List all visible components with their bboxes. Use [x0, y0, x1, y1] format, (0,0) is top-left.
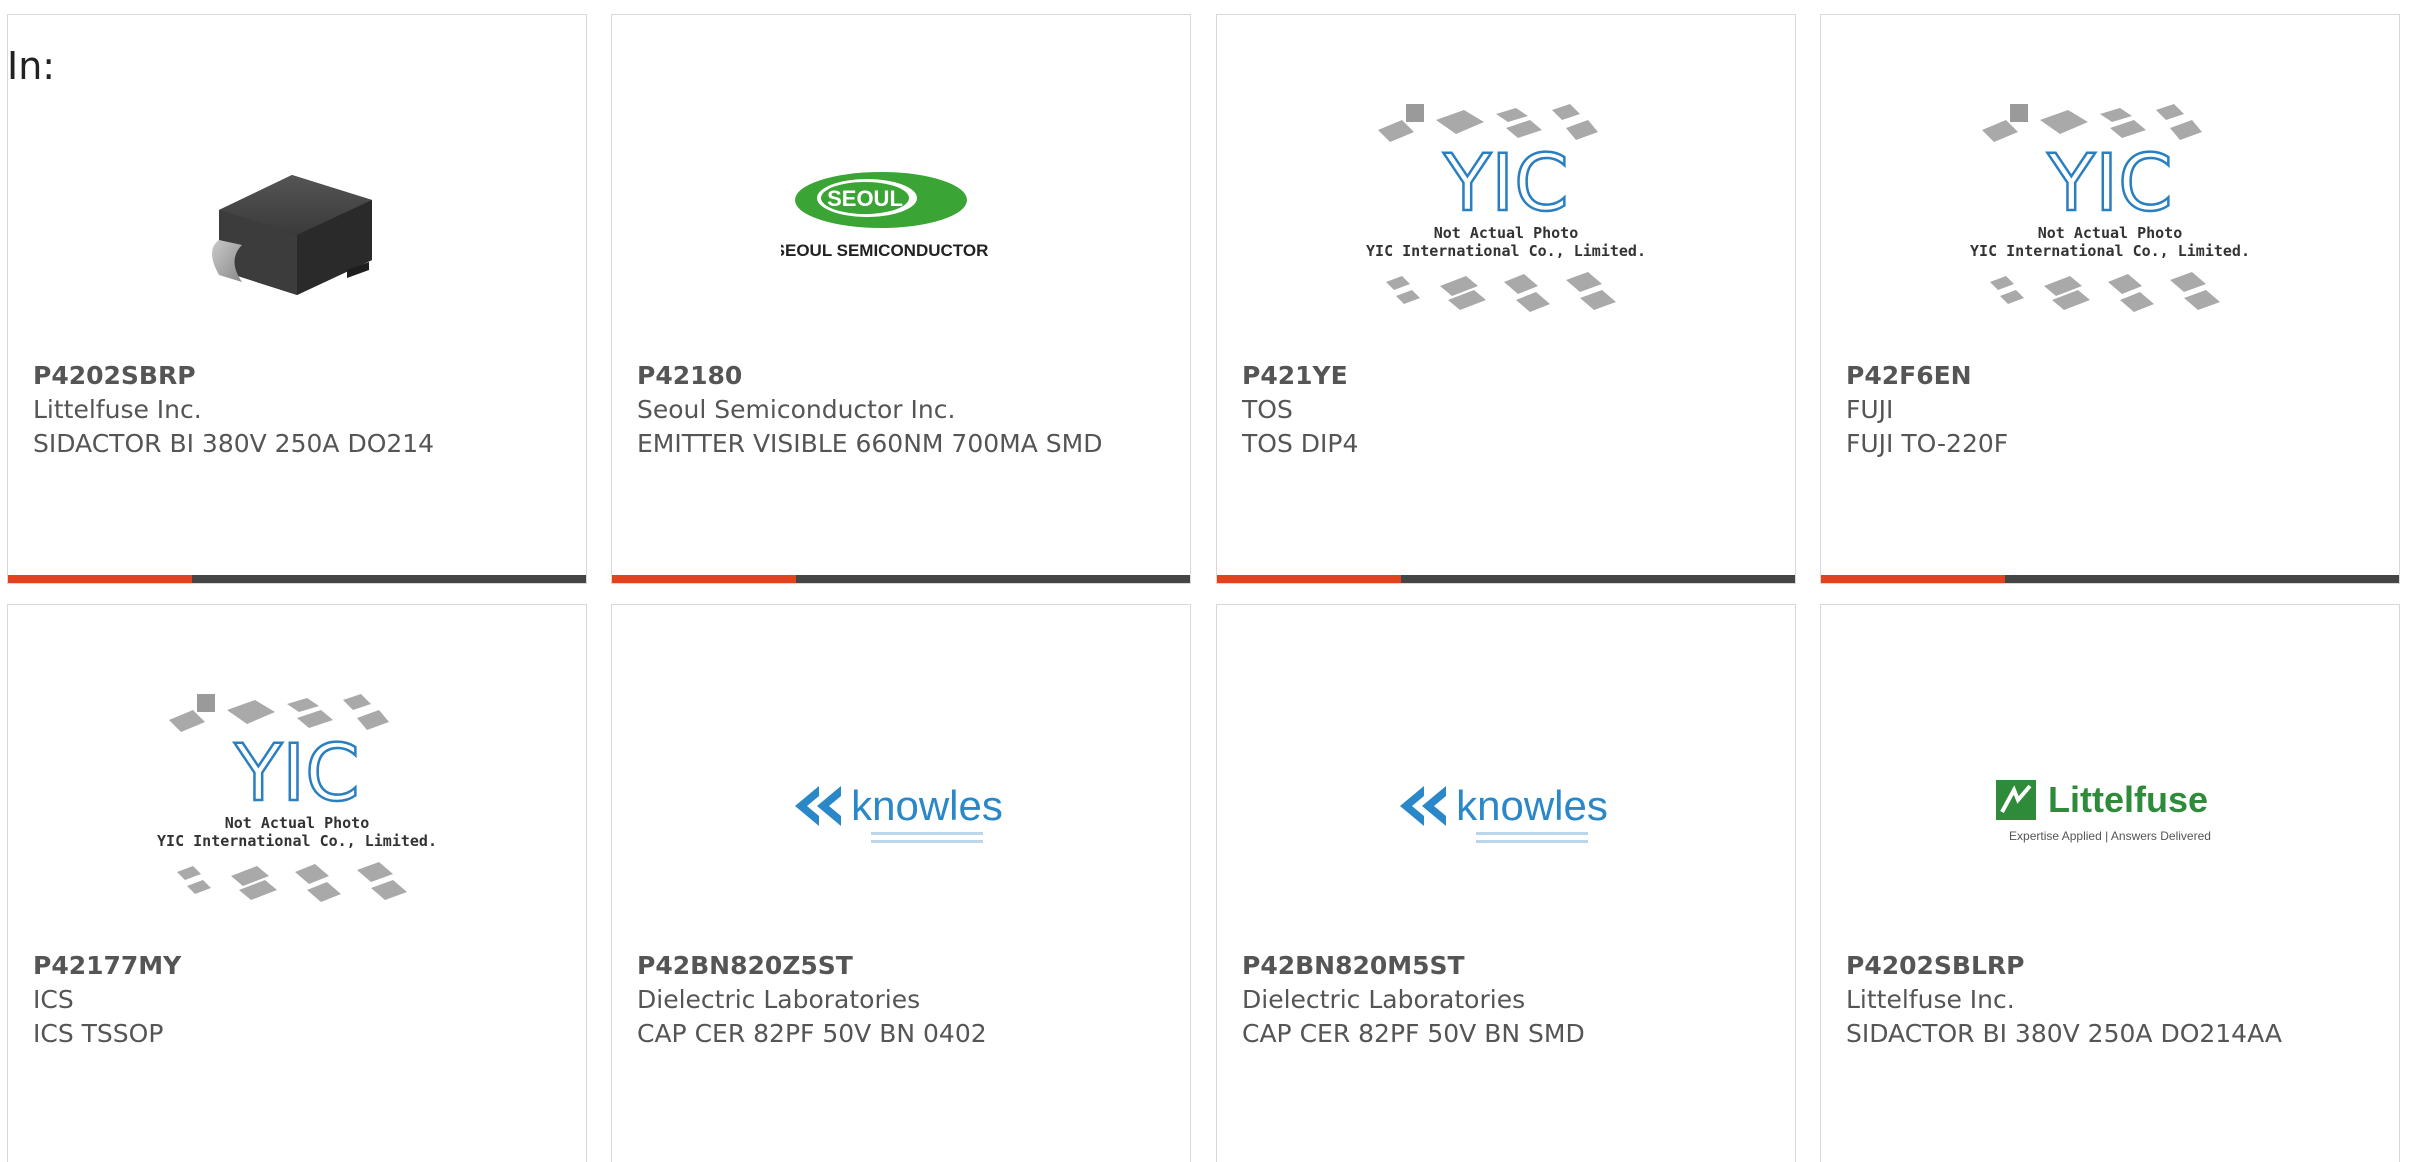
product-image[interactable]: knowles	[612, 665, 1190, 955]
product-card[interactable]: knowles P42BN820M5ST Dielectric Laborato…	[1216, 604, 1796, 1162]
manufacturer: ICS	[33, 985, 74, 1014]
description: SIDACTOR BI 380V 250A DO214	[33, 429, 435, 458]
product-card[interactable]: YIC Not Actual Photo YIC International C…	[7, 604, 587, 1162]
card-footer-bar	[612, 575, 1190, 583]
product-card[interactable]: Littelfuse Expertise Applied | Answers D…	[1820, 604, 2400, 1162]
manufacturer: Littelfuse Inc.	[33, 395, 202, 424]
diode-package-photo	[212, 175, 372, 295]
svg-text:Not Actual Photo: Not Actual Photo	[225, 814, 370, 832]
product-info: P42BN820Z5ST Dielectric Laboratories CAP…	[637, 949, 1150, 1051]
product-image[interactable]: YIC Not Actual Photo YIC International C…	[8, 665, 586, 955]
part-number[interactable]: P421YE	[1242, 359, 1755, 393]
littelfuse-logo: Littelfuse Expertise Applied | Answers D…	[1996, 779, 2211, 843]
svg-text:YIC International Co., Limited: YIC International Co., Limited.	[157, 832, 437, 850]
card-footer-bar	[1217, 575, 1795, 583]
product-info: P4202SBRP Littelfuse Inc. SIDACTOR BI 38…	[33, 359, 546, 461]
svg-text:YIC International Co., Limited: YIC International Co., Limited.	[1970, 242, 2250, 260]
product-image[interactable]: YIC Not Actual Photo YIC International C…	[1821, 75, 2399, 365]
yic-placeholder-icon: YIC Not Actual Photo YIC International C…	[1366, 104, 1646, 312]
svg-text:SEOUL: SEOUL	[827, 186, 903, 211]
manufacturer: Dielectric Laboratories	[1242, 985, 1526, 1014]
yic-placeholder-icon: YIC Not Actual Photo YIC International C…	[157, 694, 437, 902]
part-number[interactable]: P4202SBLRP	[1846, 949, 2359, 983]
svg-text:Expertise Applied | Answers De: Expertise Applied | Answers Delivered	[2009, 829, 2211, 843]
manufacturer: Littelfuse Inc.	[1846, 985, 2015, 1014]
manufacturer: Seoul Semiconductor Inc.	[637, 395, 956, 424]
description: CAP CER 82PF 50V BN 0402	[637, 1019, 987, 1048]
card-footer-bar	[1821, 575, 2399, 583]
svg-text:knowles: knowles	[1456, 782, 1608, 829]
manufacturer: FUJI	[1846, 395, 1894, 424]
svg-text:Littelfuse: Littelfuse	[2048, 779, 2208, 820]
yic-placeholder-icon: YIC Not Actual Photo YIC International C…	[1970, 104, 2250, 312]
description: ICS TSSOP	[33, 1019, 164, 1048]
part-number[interactable]: P42BN820Z5ST	[637, 949, 1150, 983]
product-image[interactable]	[8, 75, 586, 365]
in-label: In:	[7, 44, 56, 88]
svg-text:YIC: YIC	[2046, 139, 2172, 229]
svg-text:Not Actual Photo: Not Actual Photo	[1434, 224, 1579, 242]
svg-text:YIC: YIC	[233, 729, 359, 819]
product-info: P42177MY ICS ICS TSSOP	[33, 949, 546, 1051]
product-card[interactable]: YIC Not Actual Photo YIC International C…	[1820, 14, 2400, 584]
svg-text:Not Actual Photo: Not Actual Photo	[2038, 224, 2183, 242]
description: CAP CER 82PF 50V BN SMD	[1242, 1019, 1585, 1048]
product-info: P421YE TOS TOS DIP4	[1242, 359, 1755, 461]
product-image[interactable]: YIC Not Actual Photo YIC International C…	[1217, 75, 1795, 365]
part-number[interactable]: P42F6EN	[1846, 359, 2359, 393]
product-card[interactable]: P4202SBRP Littelfuse Inc. SIDACTOR BI 38…	[7, 14, 587, 584]
svg-text:SEOUL SEMICONDUCTOR: SEOUL SEMICONDUCTOR	[781, 241, 988, 260]
manufacturer: Dielectric Laboratories	[637, 985, 921, 1014]
svg-text:YIC International Co., Limited: YIC International Co., Limited.	[1366, 242, 1646, 260]
description: TOS DIP4	[1242, 429, 1359, 458]
product-info: P42BN820M5ST Dielectric Laboratories CAP…	[1242, 949, 1755, 1051]
knowles-logo: knowles	[795, 782, 1003, 843]
part-number[interactable]: P42BN820M5ST	[1242, 949, 1755, 983]
product-card[interactable]: YIC Not Actual Photo YIC International C…	[1216, 14, 1796, 584]
svg-text:knowles: knowles	[851, 782, 1003, 829]
part-number[interactable]: P42177MY	[33, 949, 546, 983]
product-image[interactable]: SEOUL SEOUL SEMICONDUCTOR	[612, 75, 1190, 365]
product-grid-page: In: P4202SBRP Littelfuse Inc. SIDACTOR B…	[0, 0, 2410, 1162]
svg-text:YIC: YIC	[1442, 139, 1568, 229]
product-image[interactable]: knowles	[1217, 665, 1795, 955]
product-info: P42F6EN FUJI FUJI TO-220F	[1846, 359, 2359, 461]
part-number[interactable]: P42180	[637, 359, 1150, 393]
description: SIDACTOR BI 380V 250A DO214AA	[1846, 1019, 2282, 1048]
product-card[interactable]: SEOUL SEOUL SEMICONDUCTOR P42180 Seoul S…	[611, 14, 1191, 584]
product-info: P42180 Seoul Semiconductor Inc. EMITTER …	[637, 359, 1150, 461]
product-image[interactable]: Littelfuse Expertise Applied | Answers D…	[1821, 665, 2399, 955]
description: FUJI TO-220F	[1846, 429, 2009, 458]
seoul-semiconductor-logo: SEOUL SEOUL SEMICONDUCTOR	[781, 172, 988, 260]
description: EMITTER VISIBLE 660NM 700MA SMD	[637, 429, 1103, 458]
card-footer-bar	[8, 575, 586, 583]
product-info: P4202SBLRP Littelfuse Inc. SIDACTOR BI 3…	[1846, 949, 2359, 1051]
manufacturer: TOS	[1242, 395, 1293, 424]
part-number[interactable]: P4202SBRP	[33, 359, 546, 393]
product-card[interactable]: knowles P42BN820Z5ST Dielectric Laborato…	[611, 604, 1191, 1162]
knowles-logo: knowles	[1400, 782, 1608, 843]
